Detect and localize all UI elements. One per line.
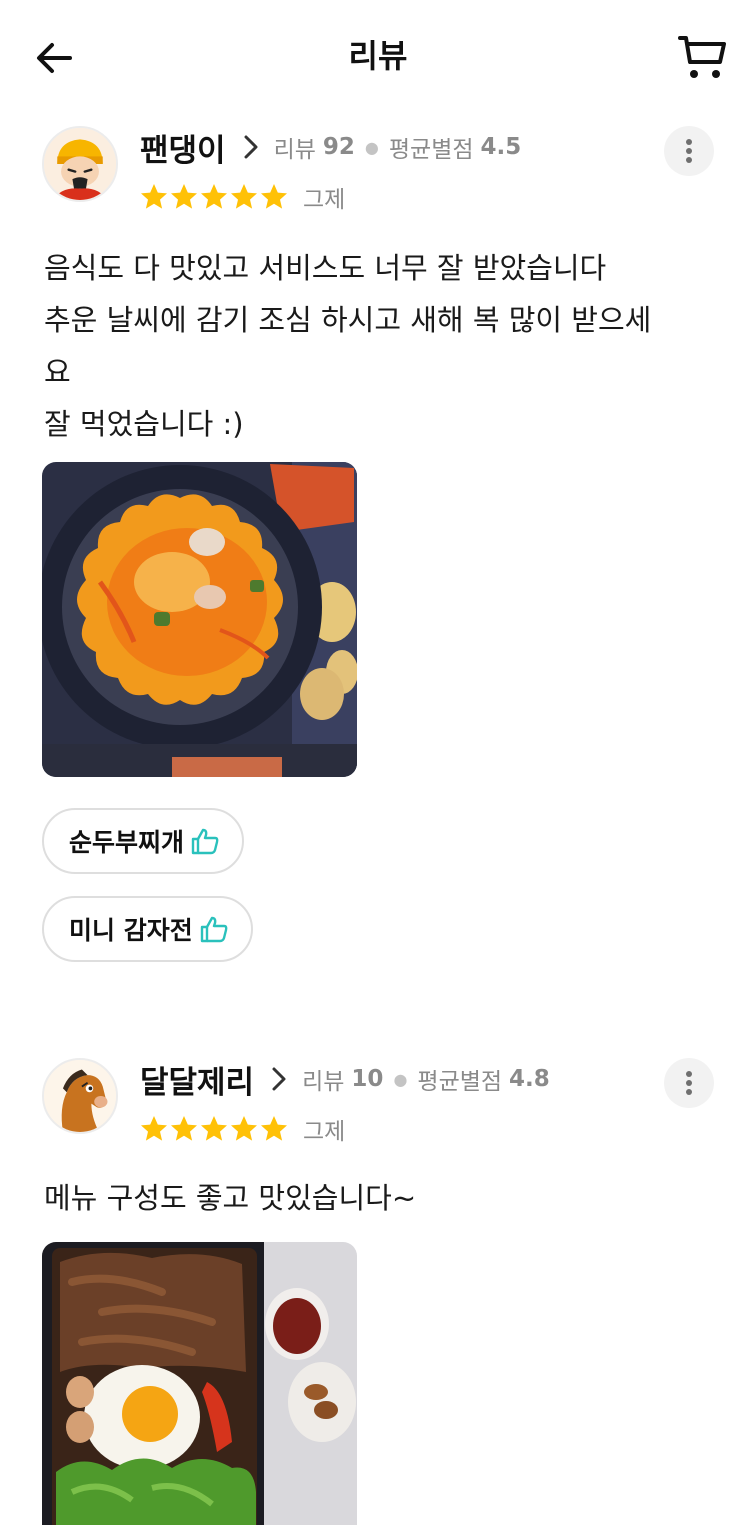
- avg-rating-label: 평균별점: [388, 137, 474, 163]
- star-icon: [261, 184, 287, 209]
- kebab-dot: [686, 157, 692, 163]
- star-icon: [141, 1116, 167, 1141]
- review-card: 달달제리 리뷰 10 ● 평균별점 4.8 그제 메뉴 구성도 좋고 맛있습니다…: [0, 1052, 756, 1525]
- page-title: 리뷰: [348, 37, 408, 75]
- avg-rating-label: 평균별점: [417, 1069, 503, 1095]
- review-photo[interactable]: [42, 1242, 357, 1525]
- reviewer-nickname[interactable]: 달달제리: [140, 1057, 254, 1102]
- separator-dot: ●: [393, 1069, 408, 1089]
- star-icon: [171, 1116, 197, 1141]
- more-options-button[interactable]: [664, 1058, 714, 1108]
- more-options-button[interactable]: [664, 126, 714, 176]
- review-count-label: 리뷰: [273, 137, 316, 163]
- review-count-label: 리뷰: [302, 1069, 345, 1095]
- reviewer-info: 팬댕이 리뷰 92 ● 평균별점 4.5: [140, 122, 521, 172]
- thumbs-up-icon: [191, 828, 219, 855]
- star-icon: [141, 184, 167, 209]
- reviewer-nickname[interactable]: 팬댕이: [140, 125, 226, 170]
- star-icon: [201, 184, 227, 209]
- food-photo-stew: [42, 462, 357, 777]
- liked-menu-label: 미니 감자전: [69, 916, 193, 945]
- thumbs-up-icon: [200, 916, 228, 943]
- reviewer-info: 달달제리 리뷰 10 ● 평균별점 4.8: [140, 1054, 550, 1104]
- avatar[interactable]: [42, 126, 118, 202]
- cart-icon: [678, 36, 726, 78]
- food-photo-bulgogi: [42, 1242, 357, 1525]
- review-text: 메뉴 구성도 좋고 맛있습니다~: [44, 1181, 417, 1215]
- star-icon: [171, 184, 197, 209]
- star-rating: 그제: [139, 1112, 345, 1146]
- avatar-character-image: [44, 128, 116, 200]
- kebab-dot: [686, 139, 692, 145]
- liked-menu-chip[interactable]: 순두부찌개: [42, 808, 245, 874]
- review-photo[interactable]: [42, 462, 357, 777]
- avatar-horse-image: [44, 1060, 116, 1132]
- liked-menu-label: 순두부찌개: [69, 828, 185, 857]
- app-header: 리뷰: [0, 0, 756, 112]
- review-date: 그제: [303, 1119, 346, 1145]
- kebab-dot: [686, 1089, 692, 1095]
- star-icon: [201, 1116, 227, 1141]
- separator-dot: ●: [364, 137, 379, 157]
- kebab-dot: [686, 148, 692, 154]
- review-date: 그제: [303, 187, 346, 213]
- avg-rating: 4.8: [509, 1066, 550, 1092]
- star-icon: [231, 184, 257, 209]
- kebab-dot: [686, 1071, 692, 1077]
- avg-rating: 4.5: [480, 134, 522, 160]
- star-icon: [231, 1116, 257, 1141]
- chevron-right-icon[interactable]: [240, 134, 262, 160]
- liked-menu-chip[interactable]: 미니 감자전: [42, 896, 253, 962]
- kebab-dot: [686, 1080, 692, 1086]
- review-count: 92: [322, 134, 355, 160]
- review-count: 10: [351, 1066, 384, 1092]
- chevron-right-icon[interactable]: [268, 1066, 290, 1092]
- review-card: 팬댕이 리뷰 92 ● 평균별점 4.5 그제 음식도 다 맛있고 서비스도 너…: [0, 120, 756, 1020]
- cart-button[interactable]: [676, 32, 728, 82]
- review-text: 음식도 다 맛있고 서비스도 너무 잘 받았습니다 추운 날씨에 감기 조심 하…: [44, 251, 652, 441]
- star-rating: 그제: [139, 180, 345, 214]
- star-icon: [261, 1116, 287, 1141]
- avatar[interactable]: [42, 1058, 118, 1134]
